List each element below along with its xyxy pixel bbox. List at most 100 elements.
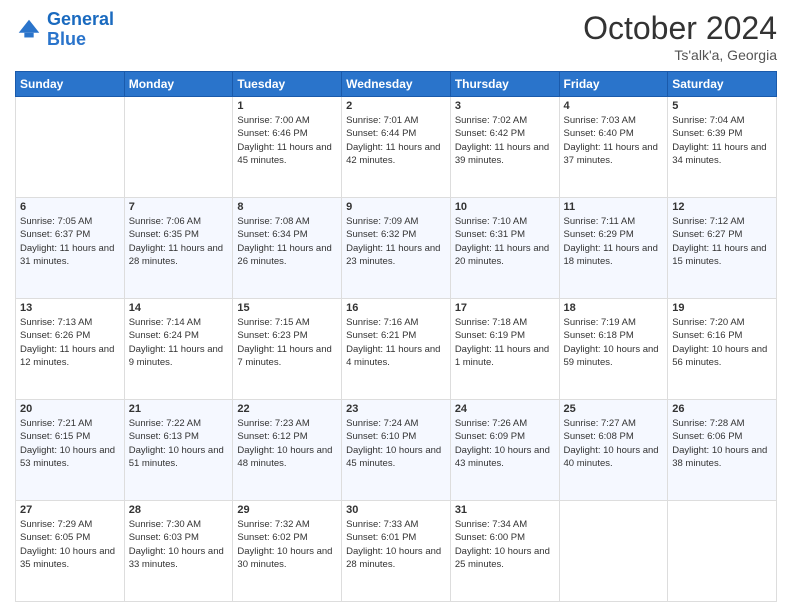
day-number: 16 [346,302,446,314]
day-number: 25 [564,403,664,415]
day-number: 10 [455,201,555,213]
calendar-cell [559,501,668,602]
calendar-cell: 29 Sunrise: 7:32 AM Sunset: 6:02 PM Dayli… [233,501,342,602]
day-info: Sunrise: 7:26 AM Sunset: 6:09 PM Dayligh… [455,417,555,470]
calendar-cell: 3Sunrise: 7:02 AM Sunset: 6:42 PM Daylig… [450,97,559,198]
calendar-cell: 25 Sunrise: 7:27 AM Sunset: 6:08 PM Dayli… [559,400,668,501]
calendar-cell: 19 Sunrise: 7:20 AM Sunset: 6:16 PM Dayli… [668,299,777,400]
calendar-cell: 31 Sunrise: 7:34 AM Sunset: 6:00 PM Dayli… [450,501,559,602]
weekday-sunday: Sunday [16,72,125,97]
day-number: 17 [455,302,555,314]
day-info: Sunrise: 7:01 AM Sunset: 6:44 PM Dayligh… [346,114,446,167]
calendar-cell [16,97,125,198]
day-info: Sunrise: 7:22 AM Sunset: 6:13 PM Dayligh… [129,417,229,470]
calendar-cell [124,97,233,198]
day-number: 2 [346,100,446,112]
day-number: 3 [455,100,555,112]
day-info: Sunrise: 7:10 AM Sunset: 6:31 PM Dayligh… [455,215,555,268]
calendar-cell: 6 Sunrise: 7:05 AM Sunset: 6:37 PM Daylig… [16,198,125,299]
day-info: Sunrise: 7:28 AM Sunset: 6:06 PM Dayligh… [672,417,772,470]
calendar-cell: 1Sunrise: 7:00 AM Sunset: 6:46 PM Daylig… [233,97,342,198]
day-number: 18 [564,302,664,314]
day-info: Sunrise: 7:20 AM Sunset: 6:16 PM Dayligh… [672,316,772,369]
weekday-header-row: SundayMondayTuesdayWednesdayThursdayFrid… [16,72,777,97]
day-number: 8 [237,201,337,213]
day-info: Sunrise: 7:03 AM Sunset: 6:40 PM Dayligh… [564,114,664,167]
day-number: 26 [672,403,772,415]
day-number: 4 [564,100,664,112]
day-info: Sunrise: 7:08 AM Sunset: 6:34 PM Dayligh… [237,215,337,268]
week-row-1: 1Sunrise: 7:00 AM Sunset: 6:46 PM Daylig… [16,97,777,198]
calendar-cell: 2 Sunrise: 7:01 AM Sunset: 6:44 PM Daylig… [342,97,451,198]
day-number: 6 [20,201,120,213]
day-info: Sunrise: 7:24 AM Sunset: 6:10 PM Dayligh… [346,417,446,470]
calendar-cell: 10 Sunrise: 7:10 AM Sunset: 6:31 PM Dayli… [450,198,559,299]
weekday-tuesday: Tuesday [233,72,342,97]
week-row-4: 20Sunrise: 7:21 AM Sunset: 6:15 PM Dayli… [16,400,777,501]
logo-blue: Blue [47,30,114,50]
calendar-cell: 24 Sunrise: 7:26 AM Sunset: 6:09 PM Dayli… [450,400,559,501]
day-number: 30 [346,504,446,516]
day-number: 7 [129,201,229,213]
weekday-monday: Monday [124,72,233,97]
logo-text: General Blue [47,10,114,50]
calendar-cell: 20Sunrise: 7:21 AM Sunset: 6:15 PM Dayli… [16,400,125,501]
day-number: 19 [672,302,772,314]
logo: General Blue [15,10,114,50]
calendar-cell: 27Sunrise: 7:29 AM Sunset: 6:05 PM Dayli… [16,501,125,602]
day-number: 15 [237,302,337,314]
day-info: Sunrise: 7:18 AM Sunset: 6:19 PM Dayligh… [455,316,555,369]
day-info: Sunrise: 7:16 AM Sunset: 6:21 PM Dayligh… [346,316,446,369]
day-info: Sunrise: 7:34 AM Sunset: 6:00 PM Dayligh… [455,518,555,571]
calendar-cell: 18 Sunrise: 7:19 AM Sunset: 6:18 PM Dayli… [559,299,668,400]
logo-general: General [47,9,114,29]
day-info: Sunrise: 7:00 AM Sunset: 6:46 PM Dayligh… [237,114,337,167]
calendar-cell [668,501,777,602]
calendar-cell: 13Sunrise: 7:13 AM Sunset: 6:26 PM Dayli… [16,299,125,400]
calendar-cell: 8 Sunrise: 7:08 AM Sunset: 6:34 PM Daylig… [233,198,342,299]
location: Ts'alk'a, Georgia [583,47,777,63]
weekday-wednesday: Wednesday [342,72,451,97]
weekday-saturday: Saturday [668,72,777,97]
calendar-cell: 5 Sunrise: 7:04 AM Sunset: 6:39 PM Daylig… [668,97,777,198]
calendar-cell: 26 Sunrise: 7:28 AM Sunset: 6:06 PM Dayli… [668,400,777,501]
calendar-cell: 12Sunrise: 7:12 AM Sunset: 6:27 PM Dayli… [668,198,777,299]
day-info: Sunrise: 7:27 AM Sunset: 6:08 PM Dayligh… [564,417,664,470]
day-info: Sunrise: 7:30 AM Sunset: 6:03 PM Dayligh… [129,518,229,571]
weekday-thursday: Thursday [450,72,559,97]
calendar-cell: 23 Sunrise: 7:24 AM Sunset: 6:10 PM Dayli… [342,400,451,501]
day-info: Sunrise: 7:04 AM Sunset: 6:39 PM Dayligh… [672,114,772,167]
week-row-2: 6 Sunrise: 7:05 AM Sunset: 6:37 PM Daylig… [16,198,777,299]
day-info: Sunrise: 7:29 AM Sunset: 6:05 PM Dayligh… [20,518,120,571]
day-info: Sunrise: 7:32 AM Sunset: 6:02 PM Dayligh… [237,518,337,571]
day-number: 31 [455,504,555,516]
logo-icon [15,16,43,44]
calendar-cell: 28Sunrise: 7:30 AM Sunset: 6:03 PM Dayli… [124,501,233,602]
day-info: Sunrise: 7:14 AM Sunset: 6:24 PM Dayligh… [129,316,229,369]
calendar-cell: 17 Sunrise: 7:18 AM Sunset: 6:19 PM Dayli… [450,299,559,400]
week-row-3: 13Sunrise: 7:13 AM Sunset: 6:26 PM Dayli… [16,299,777,400]
calendar-cell: 7Sunrise: 7:06 AM Sunset: 6:35 PM Daylig… [124,198,233,299]
day-number: 12 [672,201,772,213]
day-number: 14 [129,302,229,314]
title-block: October 2024 Ts'alk'a, Georgia [583,10,777,63]
day-info: Sunrise: 7:19 AM Sunset: 6:18 PM Dayligh… [564,316,664,369]
calendar-cell: 15Sunrise: 7:15 AM Sunset: 6:23 PM Dayli… [233,299,342,400]
day-info: Sunrise: 7:11 AM Sunset: 6:29 PM Dayligh… [564,215,664,268]
day-info: Sunrise: 7:13 AM Sunset: 6:26 PM Dayligh… [20,316,120,369]
calendar-cell: 11Sunrise: 7:11 AM Sunset: 6:29 PM Dayli… [559,198,668,299]
day-info: Sunrise: 7:05 AM Sunset: 6:37 PM Dayligh… [20,215,120,268]
day-number: 24 [455,403,555,415]
calendar-cell: 16 Sunrise: 7:16 AM Sunset: 6:21 PM Dayli… [342,299,451,400]
weekday-friday: Friday [559,72,668,97]
day-number: 5 [672,100,772,112]
calendar-cell: 9 Sunrise: 7:09 AM Sunset: 6:32 PM Daylig… [342,198,451,299]
day-info: Sunrise: 7:09 AM Sunset: 6:32 PM Dayligh… [346,215,446,268]
day-number: 23 [346,403,446,415]
day-number: 29 [237,504,337,516]
day-number: 9 [346,201,446,213]
week-row-5: 27Sunrise: 7:29 AM Sunset: 6:05 PM Dayli… [16,501,777,602]
month-title: October 2024 [583,10,777,47]
day-number: 21 [129,403,229,415]
day-number: 22 [237,403,337,415]
